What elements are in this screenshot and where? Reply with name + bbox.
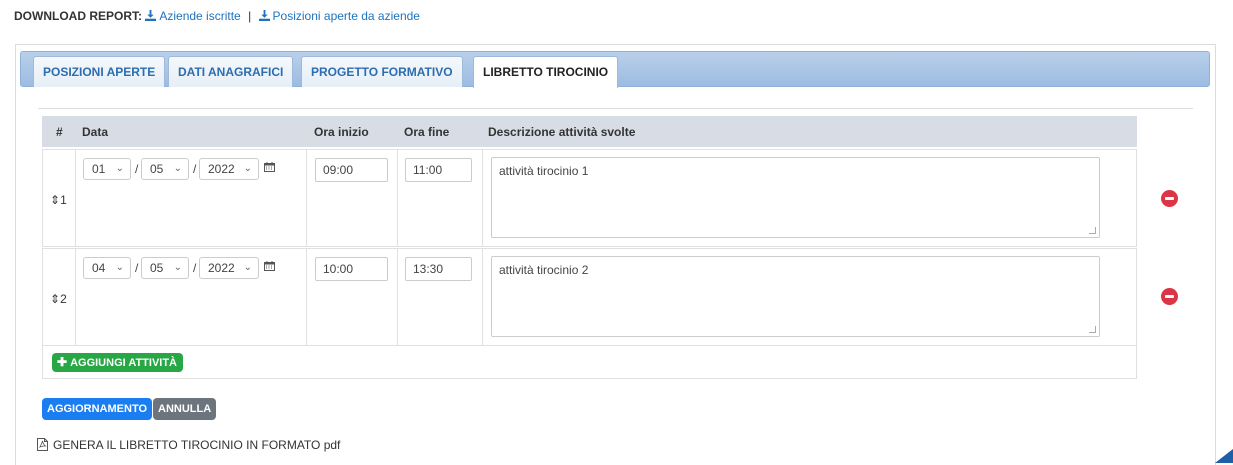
- cell-divider: [397, 150, 398, 246]
- month-select[interactable]: 05 ⌄: [141, 158, 189, 180]
- tab-posizioni-aperte[interactable]: POSIZIONI APERTE: [33, 56, 166, 87]
- header-ora-fine: Ora fine: [404, 125, 450, 139]
- tab-progetto-formativo[interactable]: PROGETTO FORMATIVO: [301, 56, 463, 87]
- row-index: 2: [60, 292, 67, 306]
- descrizione-textarea[interactable]: attività tirocinio 1: [491, 157, 1100, 238]
- chevron-down-icon: ⌄: [243, 262, 252, 273]
- cell-divider: [482, 249, 483, 345]
- calendar-icon[interactable]: [264, 261, 275, 271]
- row-number[interactable]: ⇕2: [50, 292, 67, 306]
- select-value: 05: [150, 261, 164, 275]
- date-separator: /: [135, 162, 139, 176]
- cell-divider: [482, 150, 483, 246]
- add-activity-button[interactable]: ✚ AGGIUNGI ATTIVITÀ: [52, 353, 184, 372]
- year-select[interactable]: 2022 ⌄: [199, 158, 259, 180]
- resize-grip-icon[interactable]: [1089, 326, 1096, 333]
- header-descrizione: Descrizione attività svolte: [488, 125, 636, 139]
- download-report-label: DOWNLOAD REPORT:: [14, 9, 142, 23]
- row-number[interactable]: ⇕1: [50, 193, 67, 207]
- resize-grip-icon[interactable]: [1089, 227, 1096, 234]
- ora-inizio-input[interactable]: 10:00: [315, 257, 388, 281]
- download-posizioni-aperte-link[interactable]: Posizioni aperte da aziende: [258, 9, 420, 23]
- header-data: Data: [82, 125, 109, 139]
- chevron-down-icon: ⌄: [115, 262, 124, 273]
- row-index: 1: [60, 193, 67, 207]
- date-separator: /: [193, 162, 197, 176]
- corner-widget-icon: [1215, 449, 1233, 463]
- chevron-down-icon: ⌄: [243, 163, 252, 174]
- header-num: #: [56, 125, 63, 139]
- update-button[interactable]: AGGIORNAMENTO: [42, 398, 153, 420]
- table-row: ⇕2 04 ⌄ / 05 ⌄ / 2022 ⌄ 10:00 13:30 attivit…: [42, 248, 1137, 346]
- download-aziende-iscritte-link[interactable]: Aziende iscritte: [145, 9, 241, 23]
- date-separator: /: [193, 261, 197, 275]
- table-row: ⇕1 01 ⌄ / 05 ⌄ / 2022 ⌄ 09:00 11:00 attivit…: [42, 149, 1137, 247]
- divider: [38, 108, 1193, 109]
- pdf-link-label: GENERA IL LIBRETTO TIROCINIO IN FORMATO …: [53, 438, 341, 452]
- cell-divider: [397, 249, 398, 345]
- download-icon: [258, 10, 270, 21]
- download-icon: [145, 10, 157, 21]
- link-label: Posizioni aperte da aziende: [272, 9, 420, 23]
- select-value: 05: [150, 162, 164, 176]
- sort-handle-icon: ⇕: [50, 292, 61, 306]
- ora-fine-input[interactable]: 11:00: [405, 158, 472, 182]
- textarea-value: attività tirocinio 2: [499, 263, 589, 277]
- plus-icon: ✚: [57, 355, 68, 369]
- file-pdf-icon: [37, 438, 48, 451]
- table-header: # Data Ora inizio Ora fine Descrizione a…: [42, 116, 1137, 147]
- tab-dati-anagrafici[interactable]: DATI ANAGRAFICI: [168, 56, 294, 87]
- chevron-down-icon: ⌄: [115, 163, 124, 174]
- download-report-bar: DOWNLOAD REPORT: Aziende iscritte | Posi…: [14, 9, 420, 23]
- remove-row-button[interactable]: [1161, 190, 1178, 207]
- link-label: Aziende iscritte: [159, 9, 241, 23]
- button-label: AGGIUNGI ATTIVITÀ: [70, 357, 178, 369]
- remove-row-button[interactable]: [1161, 288, 1178, 305]
- descrizione-textarea[interactable]: attività tirocinio 2: [491, 256, 1100, 337]
- select-value: 04: [92, 261, 106, 275]
- calendar-icon[interactable]: [264, 162, 275, 172]
- add-row-container: ✚ AGGIUNGI ATTIVITÀ: [42, 346, 1137, 379]
- month-select[interactable]: 05 ⌄: [141, 257, 189, 279]
- separator: |: [248, 9, 252, 23]
- header-ora-inizio: Ora inizio: [314, 125, 369, 139]
- day-select[interactable]: 04 ⌄: [83, 257, 131, 279]
- select-value: 2022: [208, 162, 235, 176]
- cell-divider: [306, 249, 307, 345]
- year-select[interactable]: 2022 ⌄: [199, 257, 259, 279]
- chevron-down-icon: ⌄: [173, 262, 182, 273]
- sort-handle-icon: ⇕: [50, 193, 61, 207]
- cell-divider: [306, 150, 307, 246]
- generate-pdf-link[interactable]: GENERA IL LIBRETTO TIROCINIO IN FORMATO …: [37, 438, 340, 452]
- select-value: 2022: [208, 261, 235, 275]
- ora-inizio-input[interactable]: 09:00: [315, 158, 388, 182]
- select-value: 01: [92, 162, 106, 176]
- date-separator: /: [135, 261, 139, 275]
- cancel-button[interactable]: ANNULLA: [153, 398, 217, 420]
- chevron-down-icon: ⌄: [173, 163, 182, 174]
- cell-divider: [75, 150, 76, 246]
- tab-libretto-tirocinio[interactable]: LIBRETTO TIROCINIO: [473, 56, 619, 88]
- day-select[interactable]: 01 ⌄: [83, 158, 131, 180]
- tab-bar: POSIZIONI APERTE DATI ANAGRAFICI PROGETT…: [20, 51, 1210, 88]
- cell-divider: [75, 249, 76, 345]
- textarea-value: attività tirocinio 1: [499, 164, 589, 178]
- ora-fine-input[interactable]: 13:30: [405, 257, 472, 281]
